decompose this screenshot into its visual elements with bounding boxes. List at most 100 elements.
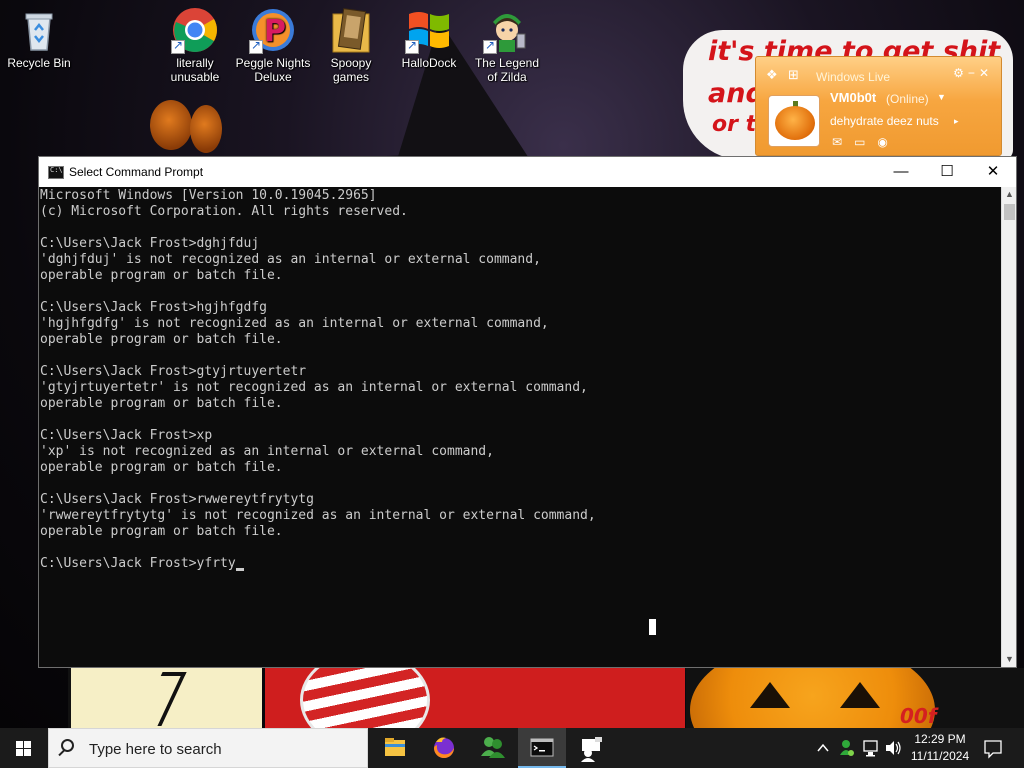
close-button[interactable]: ✕: [970, 157, 1016, 187]
globe-icon[interactable]: ◉: [877, 135, 899, 149]
recycle-bin-icon: [15, 6, 63, 54]
show-hidden-icons-chevron[interactable]: [813, 728, 833, 768]
console-output[interactable]: Microsoft Windows [Version 10.0.19045.29…: [39, 187, 1001, 667]
taskbar-file-explorer[interactable]: [371, 728, 419, 768]
console-line: 'rwwereytfrytytg' is not recognized as a…: [40, 508, 596, 523]
mouse-cursor: [649, 619, 656, 635]
desktop-icon-label: Recycle Bin: [7, 56, 71, 70]
remote-desktop-icon: [581, 737, 602, 762]
console-line: C:\Users\Jack Frost>gtyjrtuyertetr: [40, 364, 307, 379]
shortcut-arrow-icon: [171, 38, 185, 54]
taskbar: Type here to search 12:29 PM 11/11/2024: [0, 728, 1024, 768]
desktop-icon-label: HalloDock: [401, 56, 457, 70]
desktop-icon-label: literally unusable: [170, 56, 220, 84]
windows-logo-icon: [16, 741, 32, 757]
command-prompt-icon: [48, 166, 64, 179]
desktop-icon-literally-unusable[interactable]: literally unusable: [157, 6, 233, 84]
search-placeholder: Type here to search: [89, 741, 222, 758]
start-button[interactable]: [0, 728, 48, 768]
folder-icon[interactable]: ▭: [854, 135, 877, 149]
alert-title: Windows Live: [816, 70, 891, 84]
shortcut-arrow-icon: [249, 38, 263, 54]
text-cursor: [235, 568, 244, 571]
desktop-icon-legend-of-zilda[interactable]: The Legend of Zilda: [469, 6, 545, 84]
notification-icon: [984, 740, 1002, 759]
command-prompt-window[interactable]: Select Command Prompt — ☐ ✕ Microsoft Wi…: [38, 156, 1017, 668]
taskbar-messenger[interactable]: [469, 728, 517, 768]
zilda-character-icon: [483, 6, 531, 54]
taskbar-search-box[interactable]: Type here to search: [48, 728, 368, 768]
taskbar-command-prompt[interactable]: [518, 728, 566, 768]
messenger-sign-in-alert[interactable]: ❖ ⊞ Windows Live ⚙−✕ VM0b0t (Online) ▼ d…: [755, 56, 1002, 156]
peggle-icon: P: [249, 6, 297, 54]
alert-close-icon[interactable]: ✕: [979, 66, 993, 80]
pumpkin-decoration: [190, 105, 222, 153]
wallpaper-text: or t: [712, 112, 757, 137]
firefox-icon: [434, 737, 454, 758]
desktop-icon-spoopy-games[interactable]: Spoopy games: [313, 6, 389, 84]
contact-status: (Online): [886, 92, 929, 106]
action-center-button[interactable]: [978, 728, 1008, 768]
console-text: Microsoft Windows [Version 10.0.19045.29…: [40, 188, 596, 572]
console-line: operable program or batch file.: [40, 396, 283, 411]
wallpaper-badge: 00f: [900, 704, 937, 728]
console-line: C:\Users\Jack Frost>xp: [40, 428, 213, 443]
contact-name[interactable]: VM0b0t: [830, 90, 876, 105]
network-icon[interactable]: [860, 728, 882, 768]
maximize-button[interactable]: ☐: [924, 157, 970, 187]
messenger-buddies-icon: [481, 737, 505, 758]
console-line: C:\Users\Jack Frost>rwwereytfrytytg: [40, 492, 314, 507]
folder-games-icon: [327, 6, 375, 54]
volume-icon[interactable]: [882, 728, 904, 768]
tray-messenger-icon[interactable]: [836, 728, 858, 768]
windows-logo-icon: ⊞: [788, 67, 799, 82]
system-clock[interactable]: 12:29 PM 11/11/2024: [906, 731, 974, 765]
console-line: operable program or batch file.: [40, 332, 283, 347]
file-explorer-icon: [385, 738, 405, 756]
desktop-icon-recycle-bin[interactable]: Recycle Bin: [1, 6, 77, 70]
desktop-icon-label: Spoopy games: [330, 56, 372, 84]
messenger-buddy-icon: ❖: [766, 67, 778, 82]
desktop-icon-peggle-nights[interactable]: P Peggle Nights Deluxe: [235, 6, 311, 84]
scrollbar-thumb[interactable]: [1004, 204, 1015, 220]
contact-personal-message: dehydrate deez nuts: [830, 114, 939, 128]
jack-o-lantern-eye: [750, 682, 790, 708]
desktop-icon-label: Peggle Nights Deluxe: [235, 56, 311, 84]
console-line: Microsoft Windows [Version 10.0.19045.29…: [40, 188, 377, 203]
console-input[interactable]: yfrty: [197, 556, 236, 571]
contact-avatar[interactable]: [768, 95, 820, 147]
console-line: 'dghjfduj' is not recognized as an inter…: [40, 252, 541, 267]
desktop-icon-hallodock[interactable]: HalloDock: [391, 6, 467, 70]
chrome-icon: [171, 6, 219, 54]
email-icon[interactable]: ✉: [832, 135, 854, 149]
taskbar-firefox[interactable]: [420, 728, 468, 768]
alert-minimize-icon[interactable]: −: [968, 66, 979, 80]
command-prompt-icon: [530, 738, 554, 757]
window-title: Select Command Prompt: [69, 165, 204, 179]
message-dropdown-icon[interactable]: ▸: [954, 116, 959, 127]
shortcut-arrow-icon: [483, 38, 497, 54]
minimize-button[interactable]: —: [878, 157, 924, 187]
search-icon: [61, 739, 74, 752]
console-line: (c) Microsoft Corporation. All rights re…: [40, 204, 408, 219]
window-titlebar[interactable]: Select Command Prompt — ☐ ✕: [39, 157, 1016, 187]
alert-controls: ⚙−✕: [953, 66, 993, 80]
console-line: 'xp' is not recognized as an internal or…: [40, 444, 494, 459]
pumpkin-avatar-icon: [775, 106, 815, 140]
svg-text:P: P: [264, 14, 286, 49]
pumpkin-decoration: [150, 100, 192, 150]
scroll-up-icon[interactable]: ▲: [1002, 187, 1017, 202]
console-line: operable program or batch file.: [40, 524, 283, 539]
console-line: operable program or batch file.: [40, 268, 283, 283]
alert-options-icon[interactable]: ⚙: [953, 66, 968, 80]
console-line: 'hgjhfgdfg' is not recognized as an inte…: [40, 316, 549, 331]
desktop-icon-label: The Legend of Zilda: [474, 56, 540, 84]
vertical-scrollbar[interactable]: ▲ ▼: [1001, 187, 1016, 667]
taskbar-remote-desktop[interactable]: [567, 728, 615, 768]
status-dropdown-icon[interactable]: ▼: [937, 92, 946, 102]
alert-action-icons: ✉▭◉: [832, 135, 900, 149]
scroll-down-icon[interactable]: ▼: [1002, 652, 1017, 667]
clock-time: 12:29 PM: [914, 732, 966, 746]
console-line: C:\Users\Jack Frost>hgjhfgdfg: [40, 300, 267, 315]
console-line: operable program or batch file.: [40, 460, 283, 475]
